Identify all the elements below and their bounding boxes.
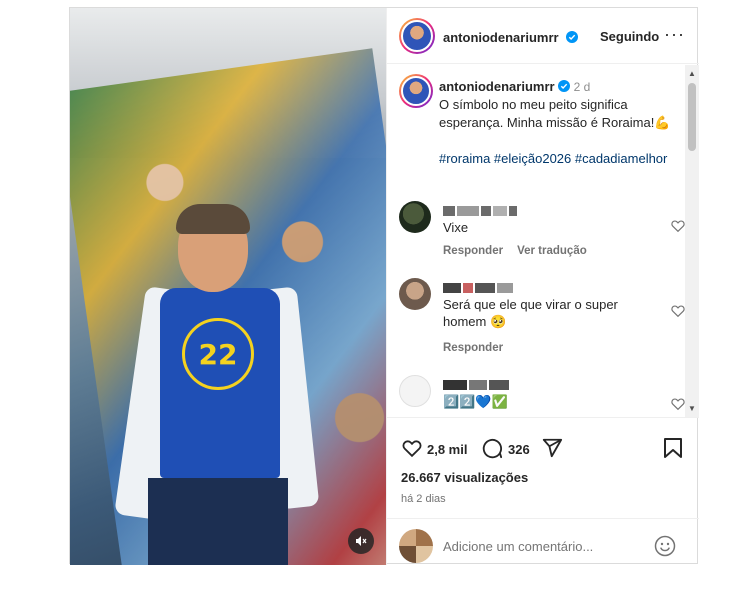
- current-user-avatar: [399, 529, 433, 563]
- shirt-number: 22: [198, 337, 238, 371]
- comments-scrollbar[interactable]: ▲ ▼: [685, 65, 699, 417]
- commenter-username-pixelated[interactable]: [443, 377, 511, 390]
- add-comment-bar: [387, 518, 699, 566]
- commenter-avatar[interactable]: [399, 201, 431, 233]
- verified-icon: [557, 80, 570, 92]
- comment-text: Vixe: [443, 220, 469, 235]
- speaker-muted-icon: [356, 536, 367, 546]
- scrollbar-thumb[interactable]: [688, 83, 696, 151]
- commenter-avatar[interactable]: [399, 278, 431, 310]
- like-comment-icon[interactable]: [671, 219, 685, 233]
- comment-item: Vixe Responder Ver tradução: [399, 201, 685, 261]
- more-options-icon[interactable]: ···: [664, 24, 685, 45]
- scroll-up-icon[interactable]: ▲: [688, 69, 696, 78]
- comment-item: 2️⃣2️⃣💙✅: [399, 375, 685, 417]
- mute-button[interactable]: [348, 528, 374, 554]
- comment-input[interactable]: [443, 539, 653, 554]
- verified-icon: [566, 31, 579, 43]
- like-comment-icon[interactable]: [671, 304, 685, 318]
- caption-hashtags[interactable]: #roraima #eleição2026 #cadadiamelhor: [439, 150, 679, 168]
- comment-text: 2️⃣2️⃣💙✅: [443, 394, 508, 409]
- following-button[interactable]: Seguindo: [600, 29, 659, 44]
- see-translation-button[interactable]: Ver tradução: [517, 245, 587, 257]
- comment-count[interactable]: 326: [508, 442, 530, 457]
- shirt-badge: 22: [182, 318, 254, 390]
- post-date[interactable]: há 2 dias: [401, 493, 446, 505]
- comment-text: Será que ele que virar o super homem 🥺: [443, 297, 618, 329]
- commenter-username-pixelated[interactable]: [443, 203, 519, 216]
- emoji-icon[interactable]: [654, 535, 676, 557]
- commenter-username-pixelated[interactable]: [443, 280, 515, 293]
- scroll-down-icon[interactable]: ▼: [688, 404, 696, 413]
- author-username[interactable]: antoniodenariumrr: [443, 29, 579, 47]
- caption-author-avatar[interactable]: [399, 74, 433, 108]
- like-count[interactable]: 2,8 mil: [427, 442, 467, 457]
- post-actions: 2,8 mil 326 26.667 visualizações há 2 di…: [387, 417, 699, 565]
- comment-item: Será que ele que virar o super homem 🥺 R…: [399, 278, 685, 358]
- post-sidebar: antoniodenariumrr Seguindo ··· antoniode…: [386, 8, 699, 565]
- person-figure: 22: [114, 204, 320, 565]
- post-caption: antoniodenariumrr 2 d O símbolo no meu pe…: [439, 78, 679, 132]
- like-comment-icon[interactable]: [671, 397, 685, 411]
- post-header: antoniodenariumrr Seguindo ···: [387, 8, 699, 64]
- caption-time: 2 d: [573, 80, 591, 94]
- comments-list[interactable]: antoniodenariumrr 2 d O símbolo no meu pe…: [387, 65, 699, 417]
- heart-icon[interactable]: [401, 437, 423, 459]
- bookmark-icon[interactable]: [663, 437, 683, 459]
- instagram-post: 22 antoniodenariumrr Seguindo ··· antoni…: [69, 7, 699, 565]
- commenter-avatar[interactable]: [399, 375, 431, 407]
- post-video[interactable]: 22: [70, 8, 386, 565]
- share-icon[interactable]: [541, 437, 563, 459]
- view-count: 26.667 visualizações: [401, 470, 529, 485]
- comment-icon[interactable]: [481, 437, 503, 459]
- reply-button[interactable]: Responder: [443, 342, 503, 354]
- caption-text: O símbolo no meu peito significa esperan…: [439, 97, 671, 130]
- author-avatar[interactable]: [399, 18, 435, 54]
- caption-author[interactable]: antoniodenariumrr: [439, 79, 555, 94]
- reply-button[interactable]: Responder: [443, 245, 503, 257]
